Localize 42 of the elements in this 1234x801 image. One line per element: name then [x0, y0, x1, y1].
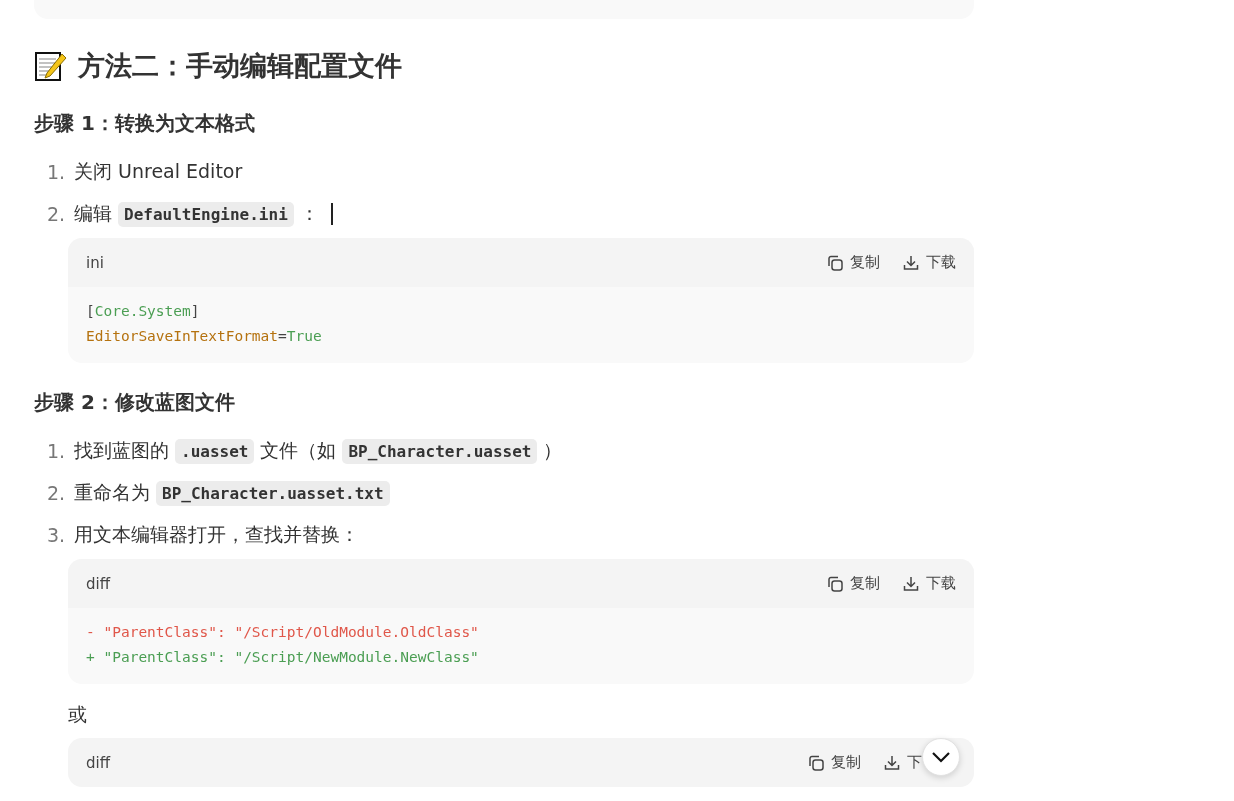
step-heading: 步骤 1：转换为文本格式: [34, 110, 256, 137]
inline-code: DefaultEngine.ini: [118, 201, 294, 227]
inline-code: .uasset: [175, 438, 255, 464]
download-button[interactable]: 下载: [902, 253, 956, 272]
code-language: diff: [86, 574, 111, 593]
download-icon: [902, 574, 920, 593]
list-text: 关闭 Unreal Editor: [74, 159, 243, 184]
inline-code: BP_Character.uasset: [342, 438, 538, 464]
code-line: - "ParentClass": "/Script/OldModule.OldClass": [86, 623, 480, 642]
list-number: 2.: [47, 482, 67, 504]
list-text: 用文本编辑器打开，查找并替换：: [74, 522, 359, 547]
section-heading: 方法二：手动编辑配置文件: [78, 49, 402, 83]
code-line: EditorSaveInTextFormat=True: [86, 327, 323, 346]
list-number: 1.: [47, 161, 67, 183]
memo-icon: [34, 50, 68, 82]
copy-button[interactable]: 复制: [807, 753, 861, 772]
list-number: 2.: [47, 203, 67, 225]
download-icon: [902, 253, 920, 272]
list-number: 3.: [47, 524, 67, 546]
list-text: 重命名为: [74, 480, 150, 505]
copy-icon: [826, 253, 844, 272]
code-line: + "ParentClass": "/Script/NewModule.NewClass": [86, 648, 480, 667]
copy-icon: [807, 753, 825, 772]
list-text: 编辑: [74, 201, 112, 226]
download-button[interactable]: 下: [883, 753, 922, 772]
download-icon: [883, 753, 901, 772]
code-language: ini: [86, 253, 104, 272]
code-line: [Core.System]: [86, 302, 201, 321]
list-number: 1.: [47, 440, 67, 462]
list-text: ：: [299, 201, 319, 226]
list-text: 找到蓝图的: [74, 438, 169, 463]
code-language: diff: [86, 753, 111, 772]
copy-icon: [826, 574, 844, 593]
download-button[interactable]: 下载: [902, 574, 956, 593]
paragraph-text: 或: [68, 702, 88, 727]
step-heading: 步骤 2：修改蓝图文件: [34, 389, 236, 416]
copy-button[interactable]: 复制: [826, 253, 880, 272]
list-text: ）: [543, 438, 563, 463]
list-text: 文件（如: [260, 438, 337, 463]
inline-code: BP_Character.uasset.txt: [156, 480, 390, 506]
copy-button[interactable]: 复制: [826, 574, 880, 593]
chevron-down-icon: [931, 751, 951, 763]
